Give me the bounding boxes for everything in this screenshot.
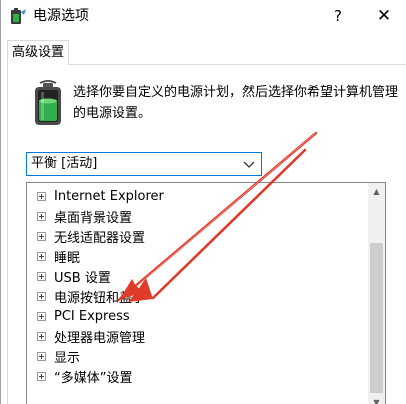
scroll-down-button[interactable]: ▼ xyxy=(368,394,385,404)
expand-plus-icon[interactable] xyxy=(37,231,46,241)
power-plan-selected-value: 平衡 [活动] xyxy=(31,156,98,171)
scroll-thumb[interactable] xyxy=(370,243,383,393)
expand-plus-icon[interactable] xyxy=(37,371,46,381)
description-text: 选择你要自定义的电源计划，然后选择你希望计算机管理 的电源设置。 xyxy=(73,82,399,124)
tree-item-sleep[interactable]: 睡眠 xyxy=(37,246,80,266)
tree-item-label: PCI Express xyxy=(54,308,130,324)
tree-item-label: 无线适配器设置 xyxy=(54,230,146,246)
tree-item-label: “多媒体”设置 xyxy=(54,370,133,386)
tree-item-wireless-adapter[interactable]: 无线适配器设置 xyxy=(37,226,145,246)
tree-item-display[interactable]: 显示 xyxy=(37,346,80,366)
power-options-window: 电源选项 ? ✕ 高级设置 选择你要自定义的电源计划，然后选择你希望计算机管理 … xyxy=(0,0,406,404)
expand-plus-icon[interactable] xyxy=(37,311,46,321)
tree-item-internet-explorer[interactable]: Internet Explorer xyxy=(37,186,164,206)
chevron-down-icon xyxy=(243,161,255,168)
close-button[interactable]: ✕ xyxy=(361,0,406,32)
expand-plus-icon[interactable] xyxy=(37,331,46,341)
tree-item-label: 睡眠 xyxy=(54,250,81,266)
tree-item-label: 处理器电源管理 xyxy=(54,330,146,346)
tree-item-power-buttons-lid[interactable]: 电源按钮和盖子 xyxy=(37,286,145,306)
tree-item-multimedia[interactable]: “多媒体”设置 xyxy=(37,366,132,386)
tree-item-pci-express[interactable]: PCI Express xyxy=(37,306,130,326)
window-title: 电源选项 xyxy=(33,8,89,24)
tree-item-desktop-background[interactable]: 桌面背景设置 xyxy=(37,206,132,226)
tree-item-label: USB 设置 xyxy=(54,270,111,286)
description-line-1: 选择你要自定义的电源计划，然后选择你希望计算机管理 xyxy=(73,85,399,100)
tree-scrollbar[interactable]: ▲ ▼ xyxy=(368,183,385,404)
description-line-2: 的电源设置。 xyxy=(73,106,152,121)
scroll-up-button[interactable]: ▲ xyxy=(368,183,385,200)
expand-plus-icon[interactable] xyxy=(37,271,46,281)
tree-item-label: 电源按钮和盖子 xyxy=(54,290,146,306)
expand-plus-icon[interactable] xyxy=(37,191,46,201)
expand-plus-icon[interactable] xyxy=(37,291,46,301)
expand-plus-icon[interactable] xyxy=(37,351,46,361)
power-options-app-icon xyxy=(11,8,26,24)
battery-icon xyxy=(35,80,61,125)
title-bar[interactable]: 电源选项 ? ✕ xyxy=(1,0,406,32)
tree-item-label: 显示 xyxy=(54,350,81,366)
settings-tree[interactable]: Internet Explorer 桌面背景设置 无线适配器设置 睡眠 USB … xyxy=(26,182,386,404)
tab-advanced-settings[interactable]: 高级设置 xyxy=(7,40,69,65)
tree-item-label: 桌面背景设置 xyxy=(54,210,133,226)
tree-item-label: Internet Explorer xyxy=(54,188,164,204)
expand-plus-icon[interactable] xyxy=(37,251,46,261)
power-plan-dropdown[interactable]: 平衡 [活动] xyxy=(26,152,262,176)
tree-item-processor-power[interactable]: 处理器电源管理 xyxy=(37,326,145,346)
help-button[interactable]: ? xyxy=(315,0,361,32)
expand-plus-icon[interactable] xyxy=(37,211,46,221)
tree-item-usb-settings[interactable]: USB 设置 xyxy=(37,266,111,286)
